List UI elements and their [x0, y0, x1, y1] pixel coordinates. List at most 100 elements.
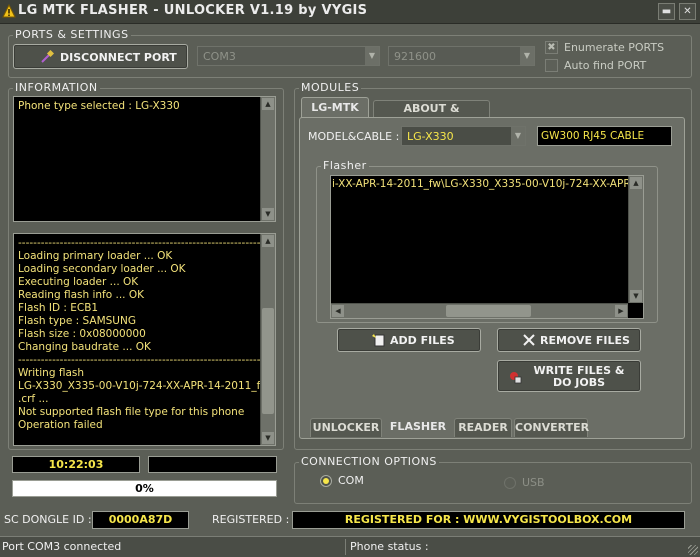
- scroll-thumb[interactable]: [262, 308, 274, 414]
- phone-info-scrollbar[interactable]: ▲ ▼: [260, 97, 275, 221]
- log-line: .crf ...: [18, 393, 49, 405]
- enumerate-ports-checkbox[interactable]: ✖ Enumerate PORTS: [545, 41, 685, 55]
- flasher-vscroll[interactable]: ▲ ▼: [628, 176, 643, 303]
- enumerate-ports-label: Enumerate PORTS: [564, 41, 665, 54]
- time-display: 10:22:03: [12, 456, 140, 473]
- chevron-down-icon: ▼: [511, 127, 525, 145]
- log-line: Writing flash: [18, 367, 85, 379]
- registered-value: REGISTERED FOR : WWW.VYGISTOOLBOX.COM: [344, 513, 633, 526]
- log-line: Executing loader ... OK: [18, 276, 139, 288]
- auto-find-port-label: Auto find PORT: [564, 59, 647, 72]
- log-line: Flash type : SAMSUNG: [18, 315, 136, 327]
- baud-select[interactable]: 921600 ▼: [388, 46, 535, 66]
- ports-settings-legend: PORTS & SETTINGS: [13, 28, 131, 41]
- information-legend: INFORMATION: [13, 81, 100, 94]
- phone-type-text: Phone type selected : LG-X330: [18, 100, 180, 112]
- log-scrollbar[interactable]: ▲ ▼: [260, 234, 275, 445]
- cable-value: GW300 RJ45 CABLE: [541, 130, 645, 142]
- flasher-legend: Flasher: [321, 159, 369, 172]
- dongle-id-field: 0000A87D: [92, 511, 189, 529]
- scroll-down-icon[interactable]: ▼: [630, 290, 642, 302]
- modules-legend: MODULES: [299, 81, 362, 94]
- status-bar: Port COM3 connected Phone status :: [0, 536, 700, 557]
- registered-field: REGISTERED FOR : WWW.VYGISTOOLBOX.COM: [292, 511, 685, 529]
- port-status-text: Port COM3 connected: [2, 540, 122, 553]
- scroll-down-icon[interactable]: ▼: [262, 208, 274, 220]
- tab-converter[interactable]: CONVERTER: [514, 418, 590, 437]
- log-line: ----------------------------------------…: [18, 354, 260, 366]
- tab-reader[interactable]: READER: [454, 418, 512, 437]
- scroll-up-icon[interactable]: ▲: [630, 177, 642, 189]
- scroll-up-icon[interactable]: ▲: [262, 235, 274, 247]
- phone-info-box: Phone type selected : LG-X330 ▲ ▼: [13, 96, 276, 222]
- title-bar: LG MTK FLASHER - UNLOCKER V1.19 by VYGIS…: [0, 0, 700, 24]
- add-file-icon: [372, 334, 385, 347]
- disconnect-port-label: DISCONNECT PORT: [60, 51, 177, 64]
- tab-flasher[interactable]: FLASHER: [384, 418, 452, 437]
- model-select-value: LG-X330: [407, 130, 454, 143]
- lg-mtk-panel: MODEL&CABLE : LG-X330 ▼ GW300 RJ45 CABLE…: [299, 117, 685, 439]
- log-line: Changing baudrate ... OK: [18, 341, 151, 353]
- plug-icon: [41, 50, 54, 63]
- disconnect-port-button[interactable]: DISCONNECT PORT: [13, 44, 188, 69]
- tab-lg-mtk-label: LG-MTK: [311, 101, 359, 114]
- chevron-down-icon: ▼: [520, 47, 534, 65]
- tab-converter-label: CONVERTER: [515, 421, 590, 434]
- tab-unlocker[interactable]: UNLOCKER: [310, 418, 382, 437]
- tab-unlocker-label: UNLOCKER: [312, 421, 380, 434]
- flasher-file-item[interactable]: i-XX-APR-14-2011_fw\LG-X330_X335-00-V10j…: [332, 178, 628, 190]
- model-cable-label: MODEL&CABLE :: [308, 130, 400, 143]
- log-lines: ----------------------------------------…: [14, 237, 260, 432]
- remove-files-button[interactable]: REMOVE FILES: [497, 328, 641, 352]
- log-box: ----------------------------------------…: [13, 233, 276, 446]
- scroll-left-icon[interactable]: ◀: [332, 305, 344, 317]
- com-label: COM: [338, 474, 364, 487]
- usb-radio[interactable]: USB: [504, 476, 564, 490]
- tab-reader-label: READER: [458, 421, 508, 434]
- log-line: Not supported flash file type for this p…: [18, 406, 245, 418]
- scroll-up-icon[interactable]: ▲: [262, 98, 274, 110]
- write-files-button[interactable]: WRITE FILES & DO JOBS: [497, 360, 641, 392]
- auto-find-port-checkbox[interactable]: Auto find PORT: [545, 59, 685, 73]
- port-select[interactable]: COM3 ▼: [197, 46, 380, 66]
- scroll-down-icon[interactable]: ▼: [262, 432, 274, 444]
- window-title: LG MTK FLASHER - UNLOCKER V1.19 by VYGIS: [18, 3, 368, 18]
- write-files-label: WRITE FILES & DO JOBS: [533, 364, 625, 389]
- log-line: LG-X330_X335-00-V10j-724-XX-APR-14-2011_…: [18, 380, 260, 392]
- radio-icon: [504, 477, 516, 489]
- resize-grip-icon[interactable]: [688, 545, 698, 555]
- close-button[interactable]: ✕: [679, 3, 696, 20]
- log-line: ----------------------------------------…: [18, 237, 260, 249]
- add-files-button[interactable]: ADD FILES: [337, 328, 481, 352]
- remove-icon: [523, 334, 535, 346]
- model-select[interactable]: LG-X330 ▼: [401, 126, 526, 146]
- minimize-button[interactable]: ▬: [658, 3, 675, 20]
- baud-select-value: 921600: [394, 50, 436, 63]
- tab-lg-mtk[interactable]: LG-MTK: [301, 97, 369, 118]
- checkbox-icon: [545, 59, 558, 72]
- registered-label: REGISTERED :: [212, 513, 290, 526]
- port-select-value: COM3: [203, 50, 236, 63]
- cable-field[interactable]: GW300 RJ45 CABLE: [537, 126, 672, 146]
- scroll-thumb[interactable]: [446, 305, 531, 317]
- progress-text: 0%: [135, 482, 154, 495]
- phone-status-label: Phone status :: [350, 540, 429, 553]
- log-line: Flash size : 0x08000000: [18, 328, 146, 340]
- time-value: 10:22:03: [48, 458, 104, 471]
- add-files-label: ADD FILES: [390, 334, 455, 347]
- usb-label: USB: [522, 476, 545, 489]
- log-line: Operation failed: [18, 419, 103, 431]
- scroll-right-icon[interactable]: ▶: [615, 305, 627, 317]
- tab-flasher-label: FLASHER: [389, 420, 447, 433]
- com-radio[interactable]: COM: [320, 474, 380, 488]
- flasher-hscroll[interactable]: ◀ ▶: [331, 303, 628, 318]
- tab-about-support[interactable]: ABOUT & SUPPORT: [373, 100, 490, 131]
- secondary-status-display: [148, 456, 277, 473]
- status-divider: [345, 539, 346, 555]
- checkbox-checked-icon: ✖: [545, 41, 558, 54]
- radio-selected-icon: [320, 475, 332, 487]
- connection-options-legend: CONNECTION OPTIONS: [299, 455, 439, 468]
- log-line: Reading flash info ... OK: [18, 289, 144, 301]
- flasher-file-list[interactable]: i-XX-APR-14-2011_fw\LG-X330_X335-00-V10j…: [330, 175, 644, 319]
- chevron-down-icon: ▼: [365, 47, 379, 65]
